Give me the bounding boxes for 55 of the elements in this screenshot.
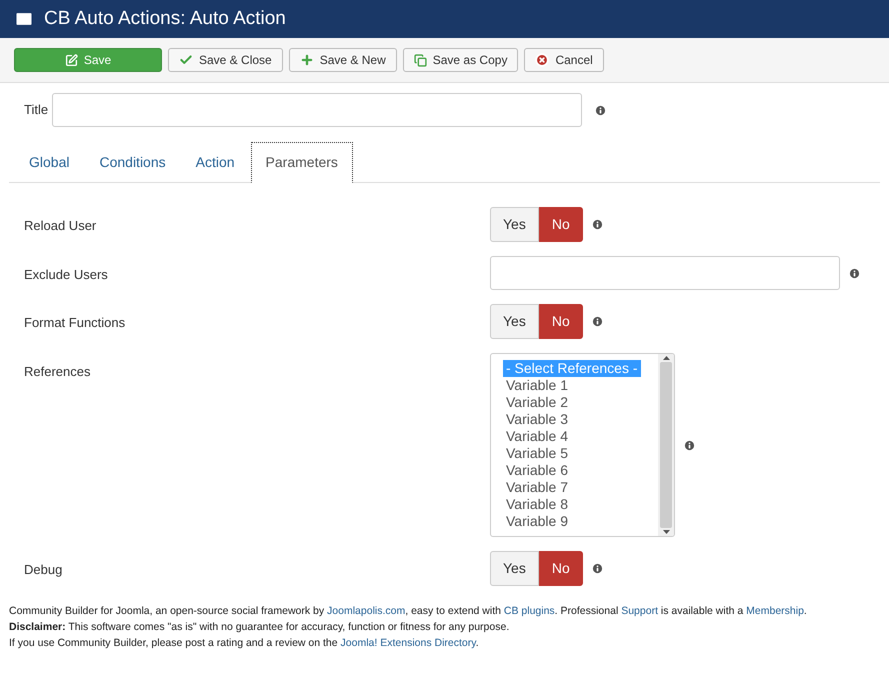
field-label: Debug [23, 561, 64, 579]
scrollbar[interactable] [658, 354, 674, 536]
info-icon [590, 315, 604, 328]
list-option[interactable]: Variable 2 [503, 394, 572, 411]
list-option[interactable]: Variable 8 [503, 496, 572, 513]
footer-link[interactable]: Joomla! Extensions Directory [340, 637, 476, 649]
info-icon [683, 438, 696, 452]
field-label: References [23, 363, 92, 381]
toggle-option[interactable]: Yes [490, 551, 539, 586]
list-option[interactable]: Variable 7 [503, 479, 572, 496]
toggle-option[interactable]: No [538, 207, 583, 242]
toolbar-button[interactable]: Save as Copy [402, 48, 518, 72]
footer-link[interactable]: Joomlapolis.com [327, 605, 406, 617]
field-label: Reload User [23, 217, 98, 235]
toolbar-button[interactable]: Cancel [524, 48, 604, 72]
info-icon [594, 104, 608, 116]
info-icon [590, 218, 604, 231]
list-option[interactable]: Variable 6 [503, 462, 572, 479]
tab[interactable]: Conditions [85, 142, 180, 182]
toggle-option[interactable]: Yes [490, 207, 539, 242]
toggle-option[interactable]: No [538, 551, 583, 586]
list-option[interactable]: Variable 3 [503, 411, 572, 428]
field-label: Exclude Users [23, 266, 109, 284]
check-icon [179, 53, 193, 67]
scroll-down-icon[interactable] [662, 530, 670, 534]
tab[interactable]: Parameters [250, 142, 353, 183]
window-title: CB Auto Actions: Auto Action [44, 6, 286, 31]
scroll-up-icon[interactable] [662, 356, 670, 360]
toggle-option[interactable]: Yes [490, 304, 539, 339]
list-option[interactable]: Variable 1 [503, 377, 572, 394]
field-label: Title [24, 101, 48, 120]
footer-text: Disclaimer: This software comes "as is" with no guarantee for accuracy, function or fitness for any purpose. [9, 620, 510, 634]
title-input[interactable] [52, 93, 582, 127]
cancel-icon [535, 53, 550, 67]
toggle-option[interactable]: No [538, 304, 583, 339]
list-option[interactable]: Variable 4 [503, 428, 572, 445]
info-icon [590, 562, 604, 575]
list-box[interactable]: - Select References - Variable 1 Variable 2 Variable 3 Variable 4 Variable 5 Variable 6 Variable 7 Variable 8 Variable 9 [490, 353, 675, 537]
input-field[interactable] [490, 256, 840, 290]
edit-icon [64, 54, 78, 66]
plus-icon [300, 53, 314, 67]
footer-text: Community Builder for Joomla, an open-source social framework by Joomlapolis.com, easy to extend with CB plugins. Professional Support is available with a Membership. [9, 604, 808, 618]
footer-text: If you use Community Builder, please post a rating and a review on the Joomla! Extensions Directory. [9, 636, 480, 650]
copy-icon [414, 54, 427, 66]
list-option[interactable]: Variable 5 [503, 445, 572, 462]
tab[interactable]: Action [182, 142, 249, 182]
toolbar-button[interactable]: Save & New [288, 48, 397, 72]
footer-link[interactable]: Support [621, 605, 658, 617]
footer-link[interactable]: Membership [746, 605, 804, 617]
info-icon [848, 266, 861, 280]
tab[interactable]: Global [15, 142, 84, 182]
toolbar-button[interactable]: Save & Close [168, 48, 283, 72]
field-label: Format Functions [23, 314, 126, 332]
list-option[interactable]: Variable 9 [503, 513, 572, 530]
footer-link[interactable]: CB plugins [504, 605, 555, 617]
